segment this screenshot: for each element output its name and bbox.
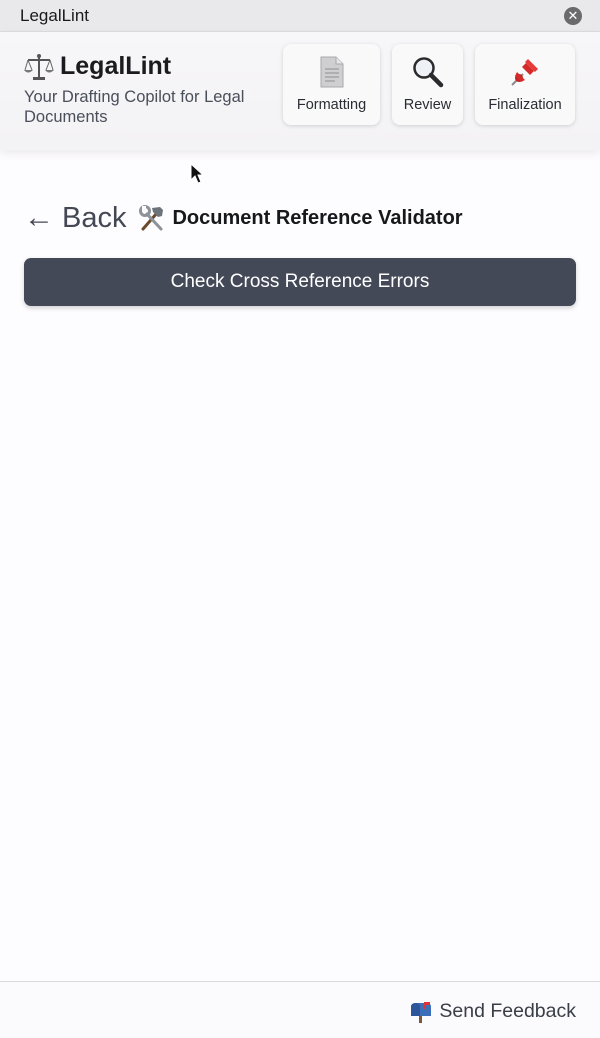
send-feedback-link[interactable]: Send Feedback [409,1000,576,1023]
title-bar: LegalLint ✕ [0,0,600,32]
footer: Send Feedback [0,981,600,1038]
mouse-pointer-icon [190,163,204,184]
check-cross-reference-errors-button[interactable]: Check Cross Reference Errors [24,258,576,306]
hammer-wrench-icon [139,205,164,231]
document-icon [320,56,343,88]
back-label: Back [62,201,127,234]
brand: LegalLint Your Drafting Copilot for Lega… [24,52,274,127]
review-button[interactable]: Review [392,44,463,125]
finalization-button[interactable]: Finalization [475,44,575,125]
magnifier-icon [412,57,443,88]
close-icon[interactable]: ✕ [564,6,582,25]
app-header: LegalLint Your Drafting Copilot for Lega… [0,32,600,150]
scales-icon [24,53,54,80]
formatting-button[interactable]: Formatting [283,44,380,125]
tool-header: ← Back Document Reference Validator [24,198,463,238]
window-title: LegalLint [20,5,90,25]
finalization-label: Finalization [488,97,562,113]
send-feedback-label: Send Feedback [439,1000,576,1022]
formatting-label: Formatting [296,97,367,113]
tagline: Your Drafting Copilot for Legal Document… [24,88,245,126]
brand-name: LegalLint [60,52,172,80]
mailbox-icon [411,1001,432,1023]
back-button[interactable]: ← Back [24,201,126,235]
back-arrow-icon: ← [24,201,54,234]
review-label: Review [403,97,452,113]
pushpin-icon [511,59,538,86]
page-title: Document Reference Validator [172,206,463,229]
